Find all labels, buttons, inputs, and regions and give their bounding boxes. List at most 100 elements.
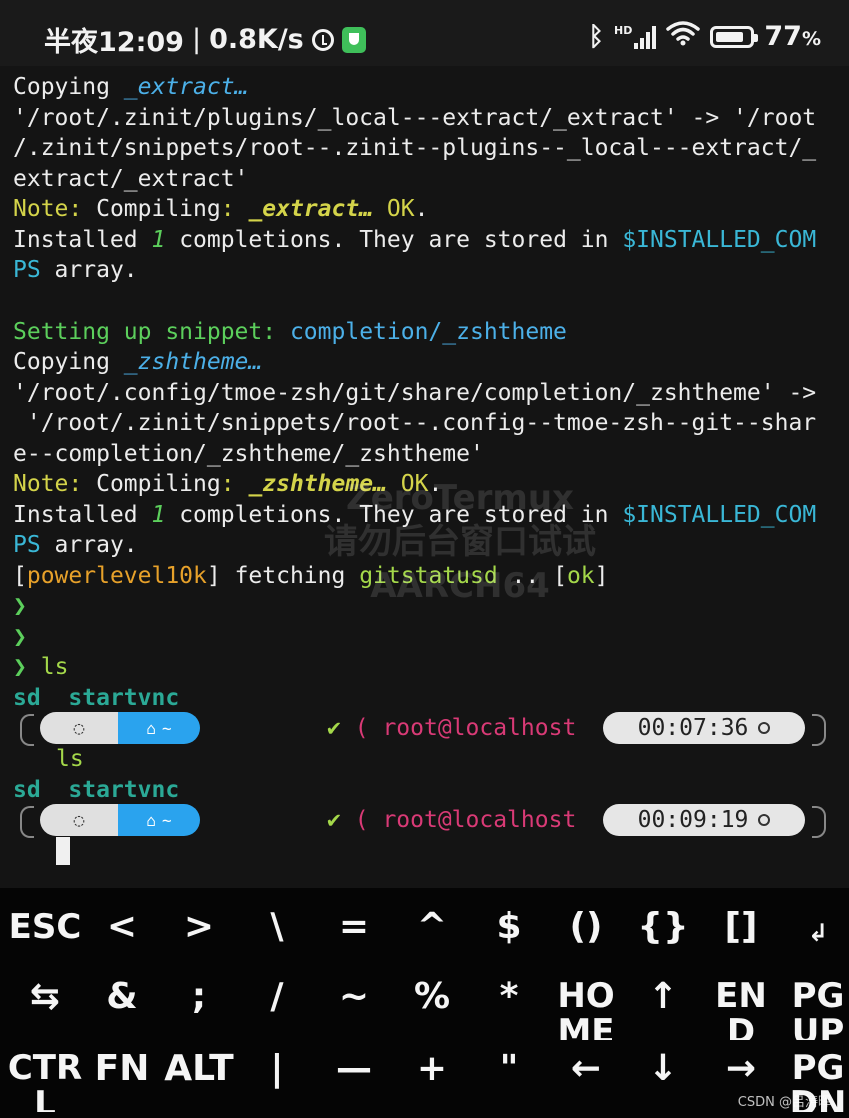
text: PS: [13, 257, 41, 283]
text: Note:: [13, 471, 83, 497]
key-row1-2[interactable]: >: [161, 908, 237, 970]
text-cursor[interactable]: [56, 837, 70, 865]
command-text: ls: [40, 654, 69, 680]
bluetooth-icon: ᛒ: [588, 21, 605, 52]
key-row3-0[interactable]: CTR L: [7, 1050, 83, 1112]
key-row1-8[interactable]: {}: [625, 908, 701, 970]
prompt-char: ❯: [13, 654, 27, 680]
key-row2-5[interactable]: %: [394, 978, 470, 1040]
text: PS: [13, 532, 41, 558]
terminal-line: PS array.: [13, 530, 138, 560]
text: ok: [566, 563, 595, 589]
key-row2-4[interactable]: ~: [316, 978, 392, 1040]
text: _zshtheme…: [123, 349, 263, 375]
wifi-icon-svg: [666, 21, 701, 46]
battery-level: 77%: [764, 21, 821, 52]
signal-hd-label: HD: [614, 23, 633, 37]
text: array.: [40, 257, 138, 283]
key-row3-2[interactable]: ALT: [161, 1050, 237, 1112]
terminal-line: extract/_extract': [13, 166, 249, 192]
text: (: [354, 715, 369, 741]
key-row1-3[interactable]: \: [239, 908, 315, 970]
key-label-part: UP: [791, 1012, 845, 1040]
key-row3-1[interactable]: FN: [84, 1050, 160, 1112]
terminal-line: Setting up snippet: completion/_zshtheme: [13, 317, 567, 347]
key-row1-4[interactable]: =: [316, 908, 392, 970]
text: $INSTALLED_COM: [622, 502, 817, 528]
text: Copying: [13, 74, 124, 100]
battery-tip: [754, 33, 759, 42]
text: Installed: [13, 227, 152, 253]
text: completions. They are stored in: [165, 227, 623, 253]
status-divider: |: [191, 24, 202, 55]
dir-text: ~: [162, 718, 172, 738]
key-row2-2[interactable]: ;: [161, 978, 237, 1040]
text: _extract…: [248, 196, 374, 222]
ls-output: sd startvnc: [13, 683, 179, 713]
time-segment: 00:07:36: [603, 712, 805, 744]
text: Copying: [13, 349, 124, 375]
text: OK: [386, 471, 429, 497]
text: 1: [151, 502, 166, 528]
key-label-part: PG: [791, 1050, 845, 1088]
text: powerlevel10k: [26, 563, 207, 589]
key-row1-5[interactable]: ^: [394, 908, 470, 970]
ls-entry: startvnc: [68, 685, 180, 711]
shield-icon: [341, 26, 366, 53]
text: :: [220, 196, 249, 222]
terminal-view[interactable]: Copying _extract… '/root/.zinit/plugins/…: [0, 66, 849, 888]
terminal-line: ❯ ls: [13, 652, 68, 682]
key-row2-10[interactable]: PG UP: [780, 978, 849, 1040]
credit-text: CSDN @吕涛晖: [737, 1095, 831, 1110]
time-segment: 00:09:19: [603, 804, 805, 836]
key-row2-1[interactable]: &: [84, 978, 160, 1040]
key-row3-8[interactable]: ↓: [625, 1050, 701, 1112]
prompt-bracket-right: [812, 714, 826, 746]
key-row2-0[interactable]: ⇆: [7, 978, 83, 1040]
text: Setting up snippet:: [13, 319, 290, 345]
key-row3-4[interactable]: —: [316, 1050, 392, 1112]
text: gitstatusd: [359, 563, 498, 589]
key-row2-9[interactable]: EN D: [703, 978, 779, 1040]
key-row1-10[interactable]: ↲: [780, 908, 849, 970]
time-text: 00:09:19: [637, 807, 749, 833]
key-row2-3[interactable]: /: [239, 978, 315, 1040]
home-icon: ⌂: [146, 718, 156, 738]
battery-percent: 77: [764, 21, 802, 52]
key-label-part: D: [726, 1012, 756, 1040]
signal-group: HD: [614, 23, 657, 49]
dir-segment: ⌂ ~: [118, 804, 200, 836]
key-row1-1[interactable]: <: [84, 908, 160, 970]
text: _extract…: [123, 74, 249, 100]
key-row3-7[interactable]: ←: [548, 1050, 624, 1112]
key-row3-6[interactable]: ": [471, 1050, 547, 1112]
status-right: ᛒ HD 77%: [588, 20, 821, 53]
text: .. [: [497, 563, 567, 589]
key-row1-0[interactable]: ESC: [7, 908, 83, 970]
clock-icon: [758, 722, 771, 734]
signal-icon: [634, 25, 657, 49]
prompt-bracket-left: [20, 714, 34, 746]
text: $INSTALLED_COM: [622, 227, 817, 253]
wifi-icon: [666, 20, 701, 53]
key-row1-7[interactable]: (): [548, 908, 624, 970]
text: completions. They are stored in: [165, 502, 623, 528]
key-row2-8[interactable]: ↑: [625, 978, 701, 1040]
key-label-part: EN: [715, 978, 767, 1016]
key-row3-5[interactable]: +: [394, 1050, 470, 1112]
text: .: [428, 471, 443, 497]
terminal-line: Installed 1 completions. They are stored…: [13, 500, 816, 530]
key-row2-7[interactable]: HO ME: [548, 978, 624, 1040]
text: Note:: [13, 196, 83, 222]
key-row2-6[interactable]: *: [471, 978, 547, 1040]
userhost: root@localhost: [382, 807, 577, 833]
key-row1-6[interactable]: $: [471, 908, 547, 970]
text: completion/_zshtheme: [289, 319, 567, 345]
key-row3-3[interactable]: |: [239, 1050, 315, 1112]
key-row1-9[interactable]: []: [703, 908, 779, 970]
alarm-icon: [311, 28, 334, 51]
text: :: [220, 471, 249, 497]
status-left: 半夜12:09 | 0.8K/s: [44, 20, 366, 59]
prompt-right-status: ✔ ( root@localhost: [327, 805, 576, 835]
userhost: root@localhost: [382, 715, 577, 741]
